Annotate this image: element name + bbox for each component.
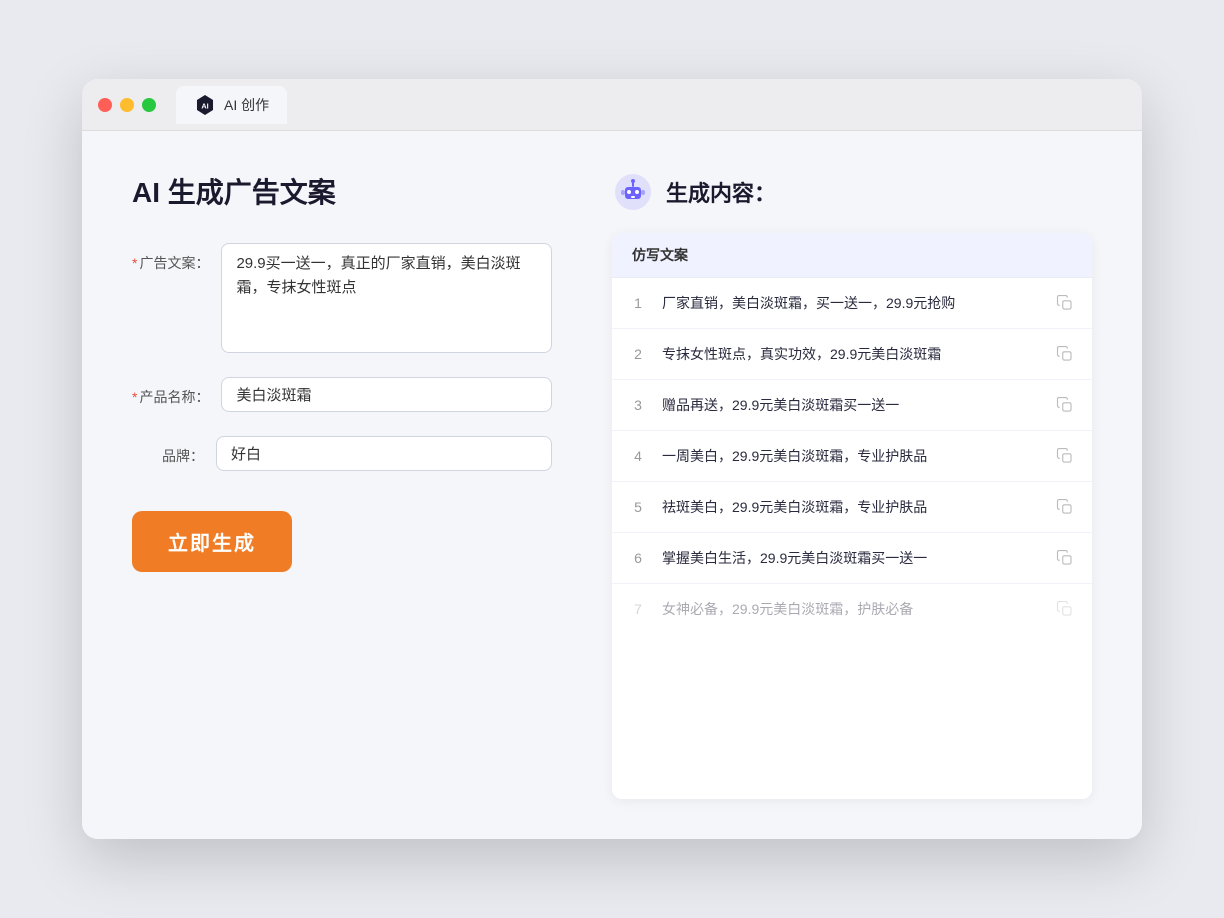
row-text-2: 专抹女性斑点，真实功效，29.9元美白淡斑霜 [662, 344, 1040, 365]
result-table-header: 仿写文案 [612, 233, 1092, 278]
result-row-6: 6 掌握美白生活，29.9元美白淡斑霜买一送一 [612, 533, 1092, 584]
result-row-1: 1 厂家直销，美白淡斑霜，买一送一，29.9元抢购 [612, 278, 1092, 329]
row-number-5: 5 [628, 499, 648, 515]
minimize-button[interactable] [120, 98, 134, 112]
left-panel: AI 生成广告文案 *广告文案： 29.9买一送一，真正的厂家直销，美白淡斑霜，… [132, 171, 552, 799]
row-number-4: 4 [628, 448, 648, 464]
titlebar: AI AI 创作 [82, 79, 1142, 131]
copy-button-5[interactable] [1054, 496, 1076, 518]
generate-button[interactable]: 立即生成 [132, 511, 292, 572]
close-button[interactable] [98, 98, 112, 112]
result-title: 生成内容： [666, 176, 776, 208]
required-star-2: * [132, 389, 137, 405]
result-row-3: 3 赠品再送，29.9元美白淡斑霜买一送一 [612, 380, 1092, 431]
ad-copy-label: *广告文案： [132, 243, 209, 273]
row-number-7: 7 [628, 601, 648, 617]
product-name-row: *产品名称： [132, 377, 552, 412]
brand-row: 品牌： [132, 436, 552, 471]
result-header: 生成内容： [612, 171, 1092, 213]
result-row-5: 5 祛斑美白，29.9元美白淡斑霜，专业护肤品 [612, 482, 1092, 533]
result-row-2: 2 专抹女性斑点，真实功效，29.9元美白淡斑霜 [612, 329, 1092, 380]
traffic-lights [98, 98, 156, 112]
result-row-7: 7 女神必备，29.9元美白淡斑霜，护肤必备 [612, 584, 1092, 634]
copy-button-2[interactable] [1054, 343, 1076, 365]
required-star-1: * [132, 255, 137, 271]
row-text-7: 女神必备，29.9元美白淡斑霜，护肤必备 [662, 599, 1040, 620]
copy-button-6[interactable] [1054, 547, 1076, 569]
row-number-6: 6 [628, 550, 648, 566]
result-row-4: 4 一周美白，29.9元美白淡斑霜，专业护肤品 [612, 431, 1092, 482]
copy-button-3[interactable] [1054, 394, 1076, 416]
ai-tab-icon: AI [194, 94, 216, 116]
main-content: AI 生成广告文案 *广告文案： 29.9买一送一，真正的厂家直销，美白淡斑霜，… [82, 131, 1142, 839]
ai-creation-tab[interactable]: AI AI 创作 [176, 86, 287, 124]
row-text-1: 厂家直销，美白淡斑霜，买一送一，29.9元抢购 [662, 293, 1040, 314]
ad-copy-row: *广告文案： 29.9买一送一，真正的厂家直销，美白淡斑霜，专抹女性斑点 [132, 243, 552, 353]
row-text-4: 一周美白，29.9元美白淡斑霜，专业护肤品 [662, 446, 1040, 467]
result-table: 仿写文案 1 厂家直销，美白淡斑霜，买一送一，29.9元抢购 2 专抹 [612, 233, 1092, 799]
tab-label: AI 创作 [224, 95, 269, 115]
brand-input[interactable] [216, 436, 552, 471]
page-title: AI 生成广告文案 [132, 171, 552, 211]
ad-copy-input[interactable]: 29.9买一送一，真正的厂家直销，美白淡斑霜，专抹女性斑点 [221, 243, 552, 353]
right-panel: 生成内容： 仿写文案 1 厂家直销，美白淡斑霜，买一送一，29.9元抢购 [612, 171, 1092, 799]
brand-label: 品牌： [132, 436, 204, 466]
row-number-3: 3 [628, 397, 648, 413]
product-name-input[interactable] [221, 377, 552, 412]
product-name-label: *产品名称： [132, 377, 209, 407]
copy-button-1[interactable] [1054, 292, 1076, 314]
row-text-3: 赠品再送，29.9元美白淡斑霜买一送一 [662, 395, 1040, 416]
browser-window: AI AI 创作 AI 生成广告文案 *广告文案： 29.9买一送一，真正的厂家… [82, 79, 1142, 839]
copy-button-7[interactable] [1054, 598, 1076, 620]
row-text-6: 掌握美白生活，29.9元美白淡斑霜买一送一 [662, 548, 1040, 569]
row-number-2: 2 [628, 346, 648, 362]
row-text-5: 祛斑美白，29.9元美白淡斑霜，专业护肤品 [662, 497, 1040, 518]
svg-text:AI: AI [201, 101, 208, 110]
maximize-button[interactable] [142, 98, 156, 112]
copy-button-4[interactable] [1054, 445, 1076, 467]
robot-icon [612, 171, 654, 213]
row-number-1: 1 [628, 295, 648, 311]
